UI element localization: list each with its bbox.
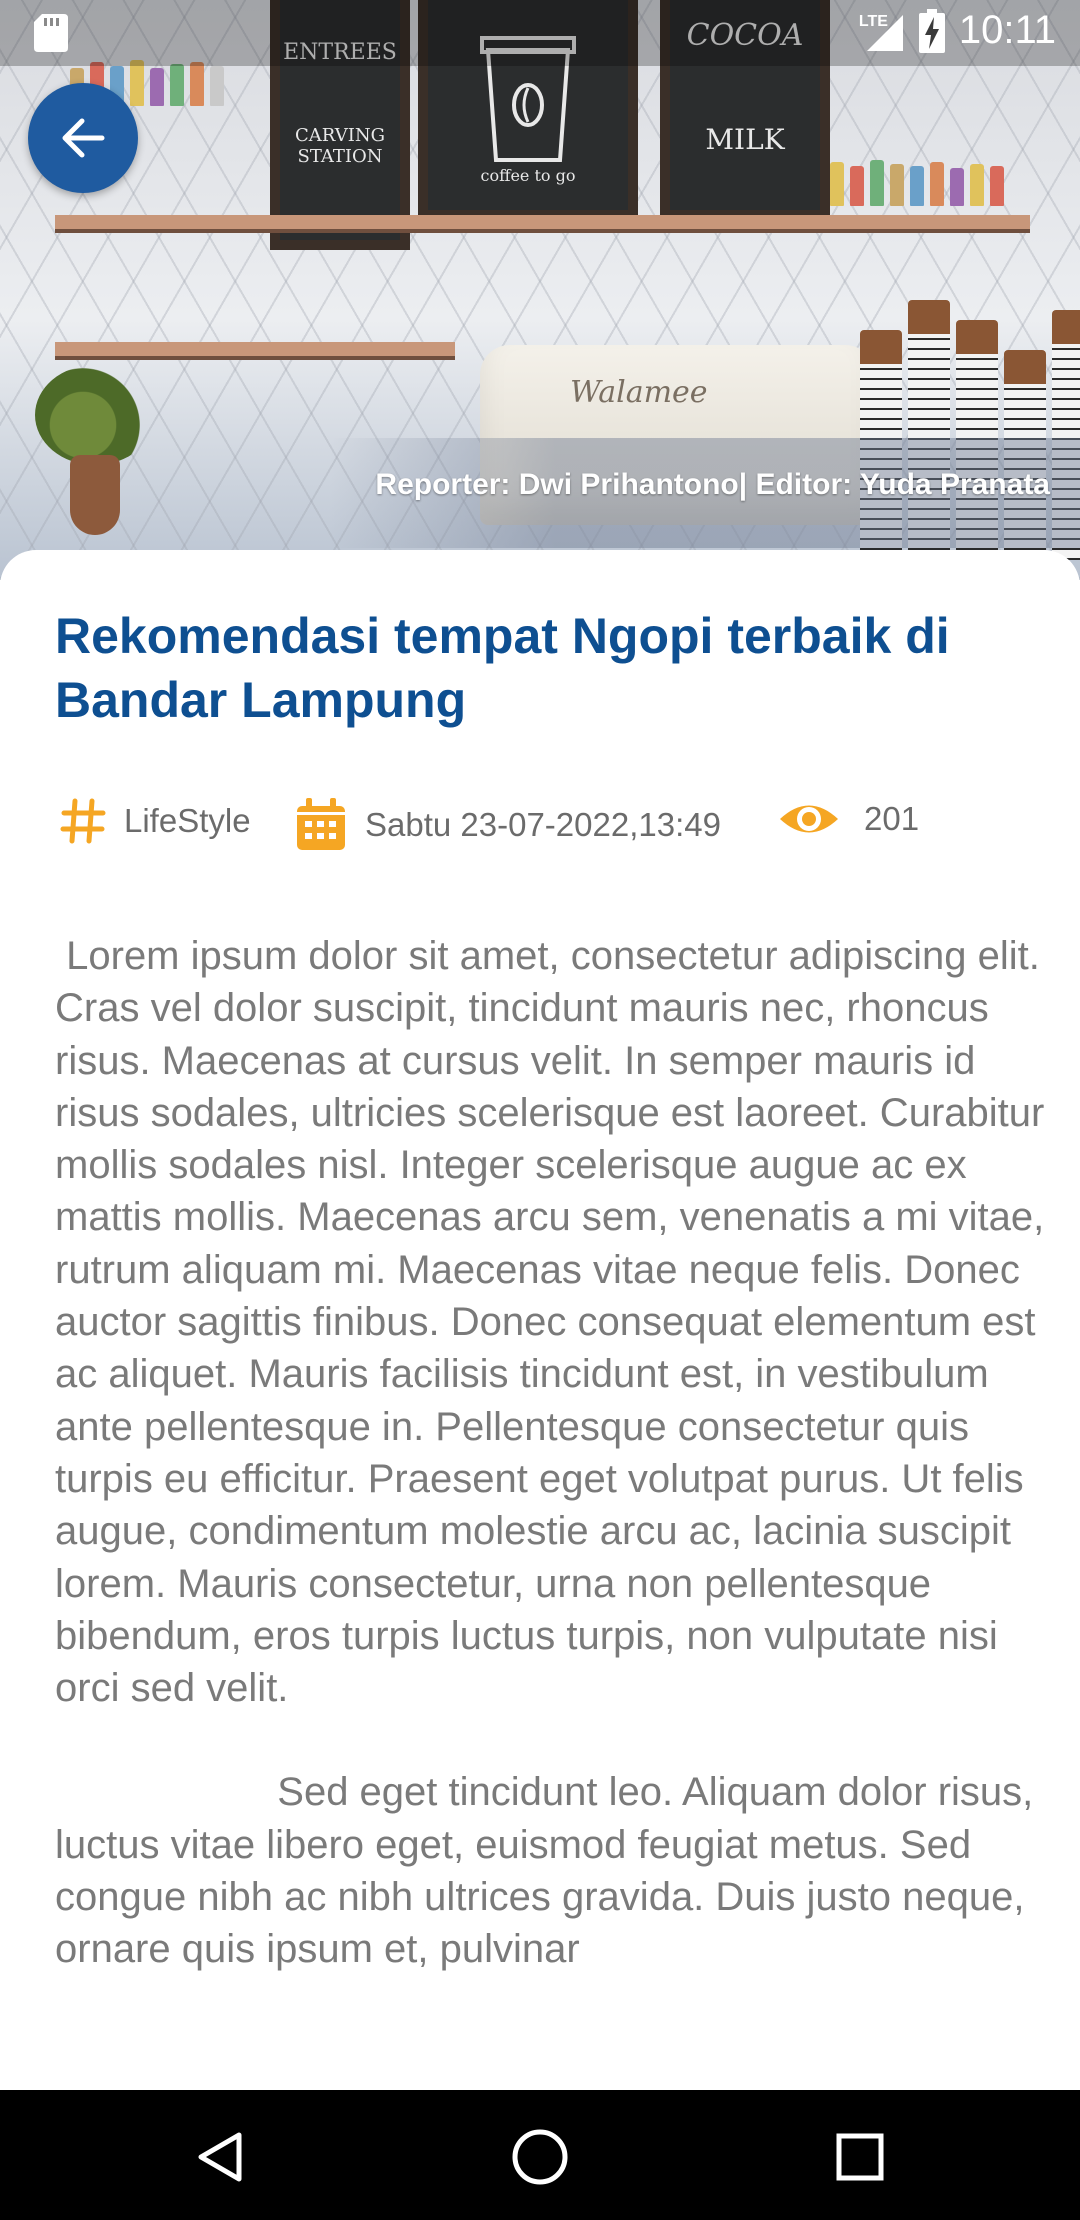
lower-shelf <box>55 342 455 356</box>
system-navigation-bar <box>0 2090 1080 2220</box>
signal-icon <box>866 14 903 51</box>
view-count-text: 201 <box>864 800 920 837</box>
sd-card-icon <box>34 14 68 52</box>
article-title: Rekomendasi tempat Ngopi terbaik di Band… <box>55 608 950 728</box>
clock: 10:11 <box>958 8 1056 52</box>
reporter-editor-credit: Reporter: Dwi Prihantono| Editor: Yuda P… <box>375 468 1050 501</box>
status-bar-right: LTE 10:11 <box>859 8 1056 53</box>
upper-shelf <box>55 215 1030 229</box>
article-paragraph: Sed eget tincidunt leo. Aliquam dolor ri… <box>55 1770 1045 1972</box>
article-body: Lorem ipsum dolor sit amet, consectetur … <box>55 930 1045 1976</box>
battery-charging-icon <box>918 8 945 53</box>
board-right-line-2: MILK <box>705 123 785 156</box>
date-text: Sabtu 23-07-2022,13:49 <box>365 806 721 843</box>
board-center-text: coffee to go <box>480 166 576 185</box>
square-recents-icon <box>836 2133 884 2181</box>
article-card: Rekomendasi tempat Ngopi terbaik di Band… <box>0 550 1080 2090</box>
triangle-back-icon <box>198 2132 242 2182</box>
article-meta: LifeStyle Sabtu 23-07-2022,13:49 201 <box>60 798 1040 858</box>
nav-home-button[interactable] <box>505 2122 575 2192</box>
arrow-left-icon <box>62 118 105 158</box>
status-bar: LTE 10:11 <box>0 0 1080 66</box>
board-left-line-2: CARVING STATION <box>295 125 385 167</box>
publish-date: Sabtu 23-07-2022,13:49 <box>295 798 721 852</box>
nav-back-button[interactable] <box>186 2122 256 2192</box>
article-paragraph: Lorem ipsum dolor sit amet, consectetur … <box>55 934 1056 1711</box>
back-button[interactable] <box>28 83 138 193</box>
view-count: 201 <box>778 798 919 840</box>
circle-home-icon <box>512 2129 568 2185</box>
eye-icon <box>780 805 838 833</box>
potted-plant <box>35 365 155 465</box>
calendar-icon <box>297 798 345 850</box>
machine-brand: Walamee <box>570 375 708 410</box>
category-tag[interactable]: LifeStyle <box>60 798 251 844</box>
category-label: LifeStyle <box>124 802 251 839</box>
network-indicator: LTE <box>859 9 905 53</box>
plant-pot <box>70 455 120 535</box>
bottles-right <box>830 160 1004 206</box>
hashtag-icon <box>60 798 106 844</box>
nav-recents-button[interactable] <box>825 2122 895 2192</box>
hero-image: ENTREES CARVING STATION coffee to go COC… <box>0 0 1080 580</box>
